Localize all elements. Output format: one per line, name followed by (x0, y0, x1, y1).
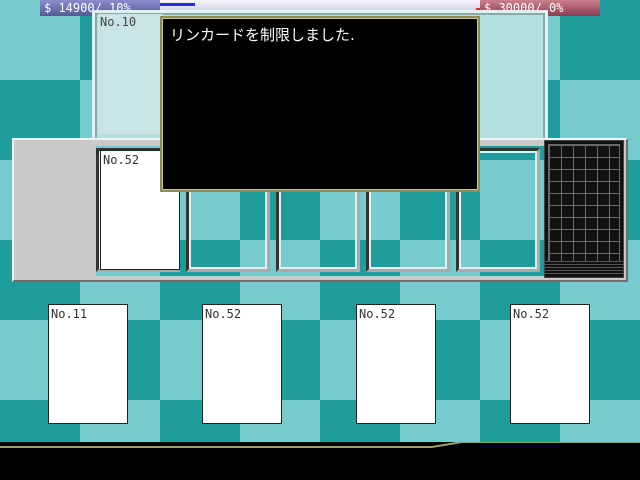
gauge-fill (160, 3, 195, 6)
message-text: リンカードを制限しました. (170, 26, 355, 44)
bottom-bar-trim (0, 442, 640, 448)
bottom-bar (0, 442, 640, 480)
message-window[interactable]: リンカードを制限しました. (160, 16, 480, 192)
deck-grid-pattern (548, 144, 620, 262)
hand-card[interactable]: No.52 (356, 304, 436, 424)
hand-card[interactable]: No.11 (48, 304, 128, 424)
card-label: No.52 (359, 307, 396, 321)
hand-card[interactable]: No.52 (510, 304, 590, 424)
deck-stack (545, 261, 623, 275)
hand-card[interactable]: No.52 (202, 304, 282, 424)
card-label: No.52 (513, 307, 550, 321)
card-label: No.11 (51, 307, 88, 321)
card-label: No.52 (205, 307, 242, 321)
deck-pile[interactable] (544, 140, 624, 278)
card-label: No.52 (103, 153, 140, 167)
top-card[interactable] (98, 14, 162, 134)
top-card-label: No.10 (100, 15, 137, 29)
